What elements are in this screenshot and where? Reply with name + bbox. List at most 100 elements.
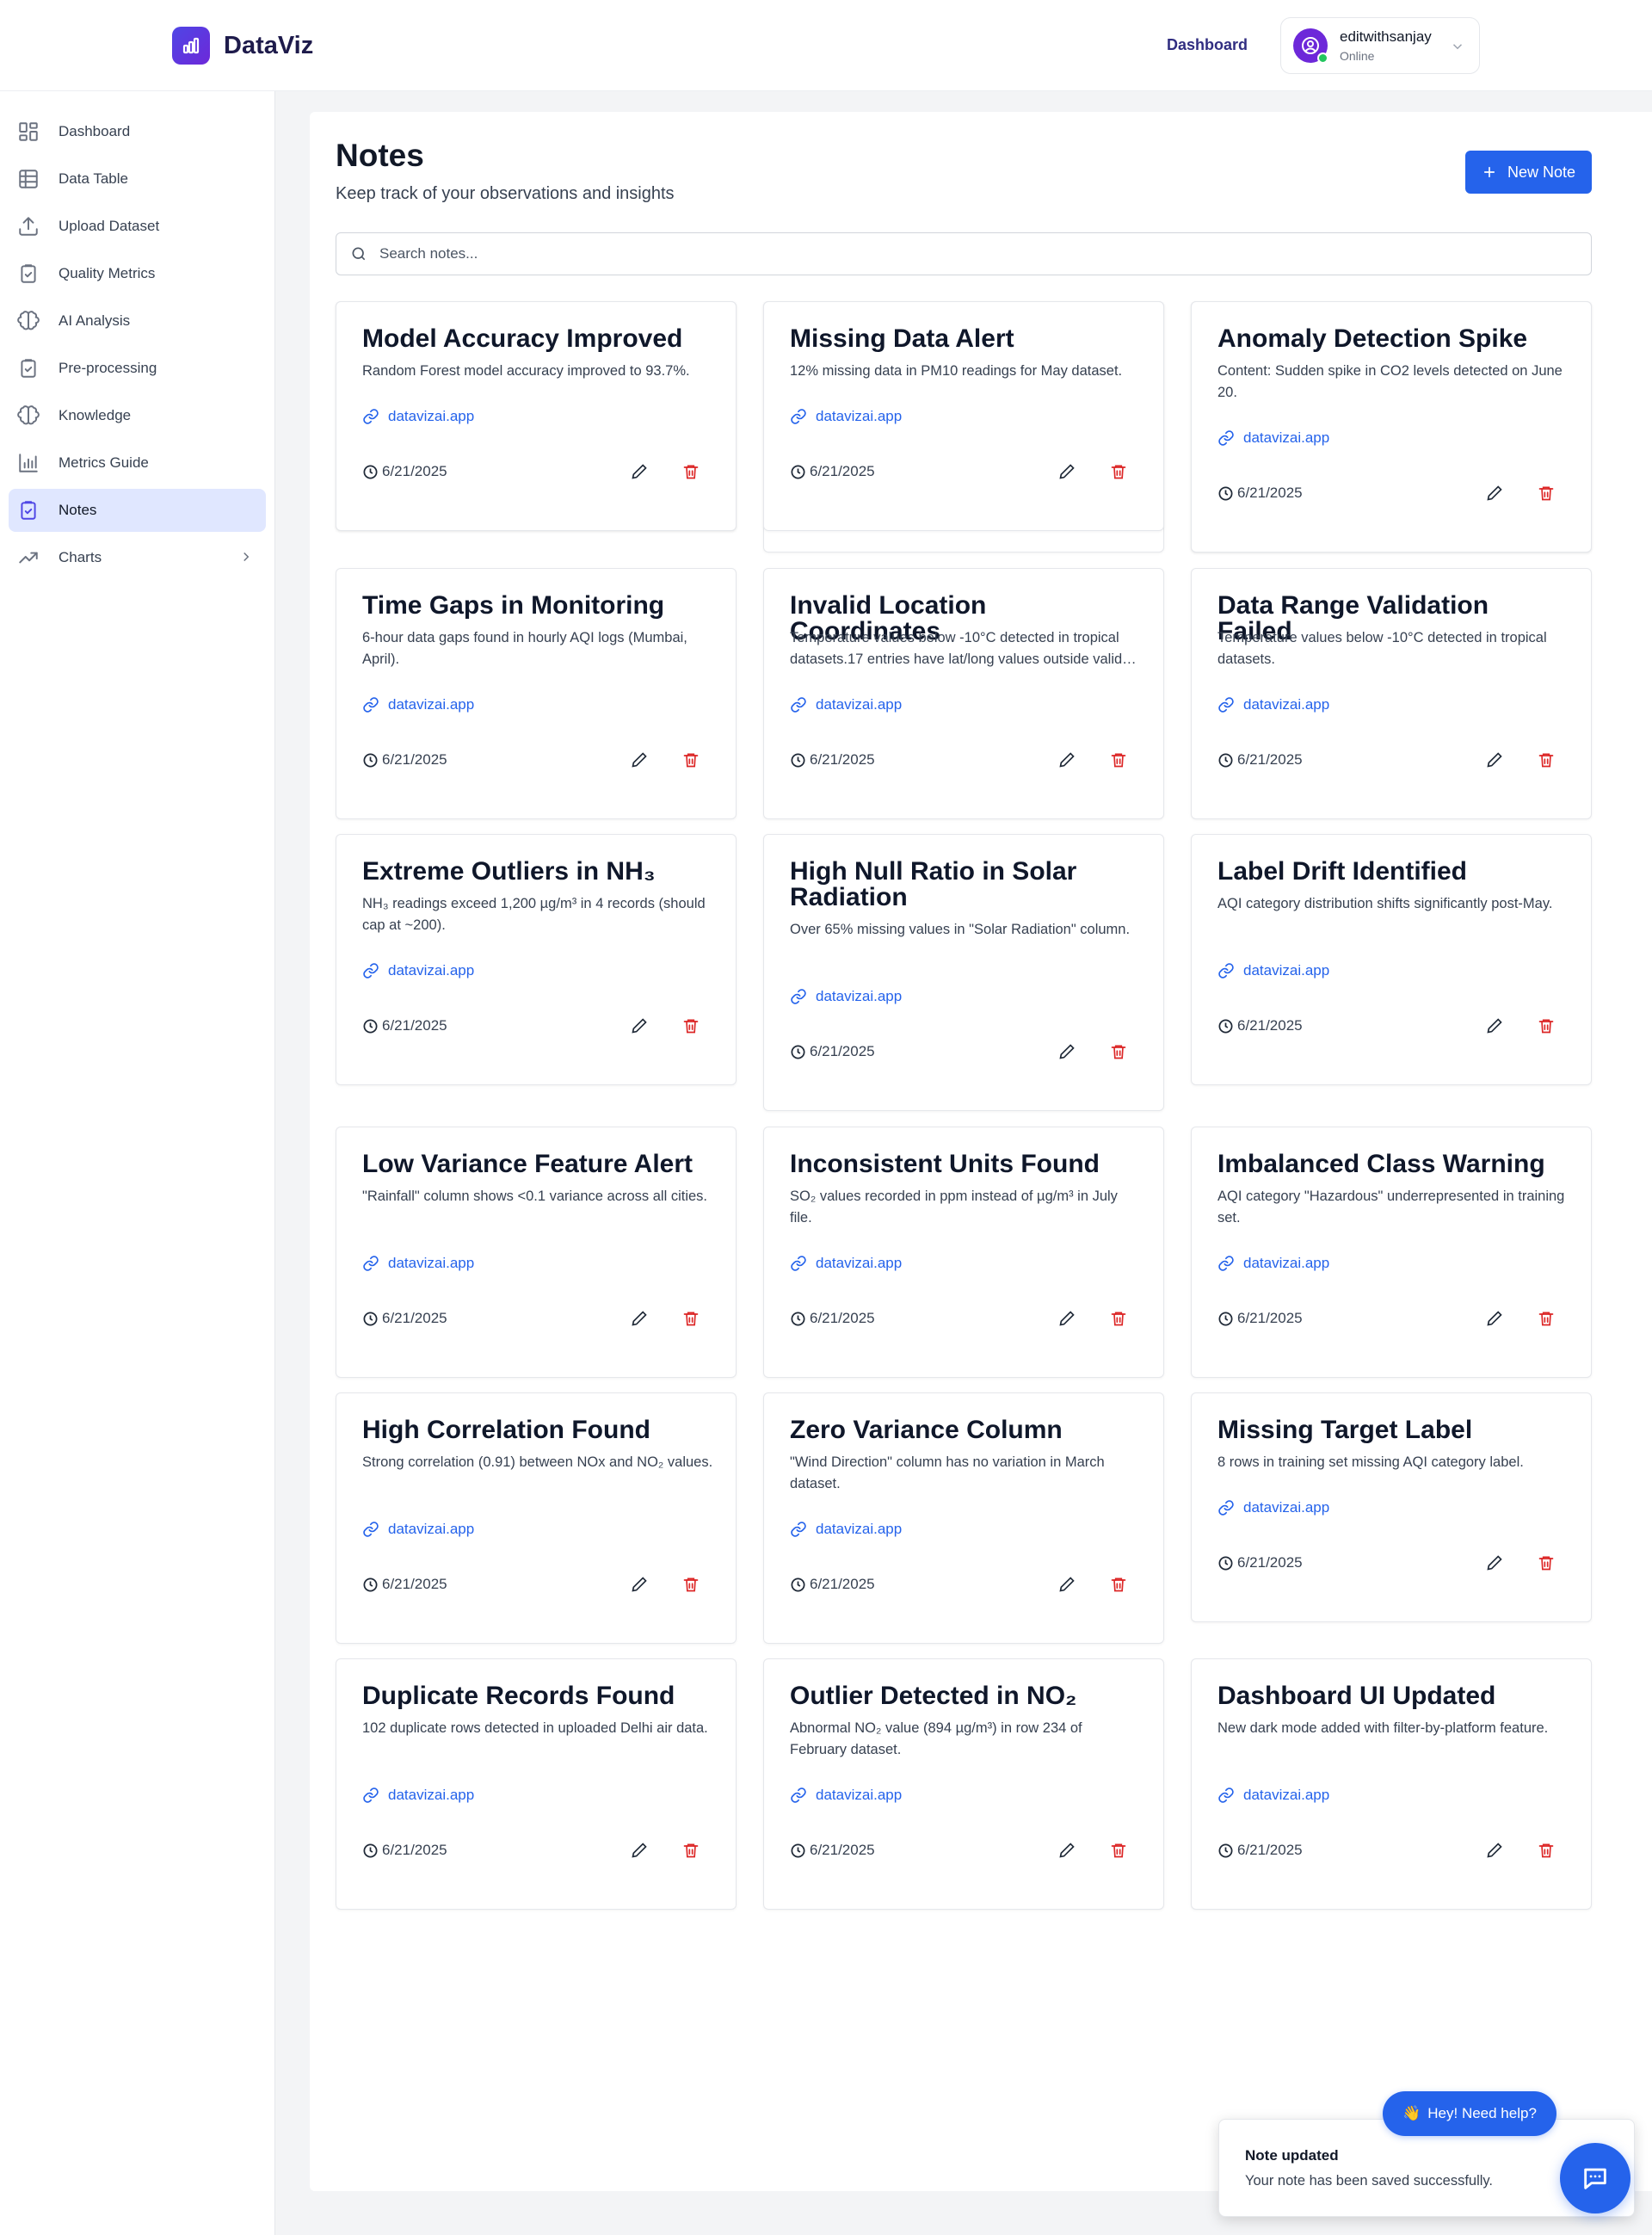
delete-note-button[interactable]: [1107, 1040, 1130, 1063]
note-card[interactable]: Missing Target Label 8 rows in training s…: [1191, 1392, 1592, 1622]
note-link[interactable]: datavizai.app: [362, 408, 474, 425]
note-link[interactable]: datavizai.app: [362, 1787, 474, 1804]
sidebar-item-knowledge[interactable]: Knowledge: [9, 394, 266, 437]
note-link[interactable]: datavizai.app: [790, 408, 902, 425]
delete-note-button[interactable]: [1535, 1552, 1557, 1574]
note-link[interactable]: datavizai.app: [1217, 429, 1329, 447]
edit-note-button[interactable]: [1483, 1839, 1506, 1861]
note-link[interactable]: datavizai.app: [1217, 962, 1329, 979]
edit-note-button[interactable]: [1056, 1040, 1078, 1063]
note-card[interactable]: Data Range Validation Failed Temperature …: [1191, 568, 1592, 819]
app-logo[interactable]: DataViz: [172, 27, 313, 65]
edit-note-button[interactable]: [1056, 1573, 1078, 1596]
edit-note-button[interactable]: [628, 1015, 650, 1037]
clock-icon: [1218, 753, 1233, 767]
edit-note-button[interactable]: [1056, 1307, 1078, 1330]
note-card[interactable]: Zero Variance Column "Wind Direction" col…: [763, 1392, 1164, 1644]
delete-note-button[interactable]: [680, 1573, 702, 1596]
sidebar-item-upload-dataset[interactable]: Upload Dataset: [9, 205, 266, 248]
note-link[interactable]: datavizai.app: [362, 1255, 474, 1272]
sidebar-item-quality-metrics[interactable]: Quality Metrics: [9, 252, 266, 295]
delete-note-button[interactable]: [1535, 1839, 1557, 1861]
edit-note-button[interactable]: [1056, 749, 1078, 771]
note-card[interactable]: Inconsistent Units Found SO₂ values recor…: [763, 1127, 1164, 1378]
toast-title: Note updated: [1245, 2147, 1339, 2164]
note-link[interactable]: datavizai.app: [362, 1521, 474, 1538]
delete-note-button[interactable]: [1107, 749, 1130, 771]
note-card[interactable]: Outlier Detected in NO₂ Abnormal NO₂ valu…: [763, 1658, 1164, 1910]
delete-note-button[interactable]: [680, 460, 702, 483]
delete-note-button[interactable]: [1535, 749, 1557, 771]
note-link[interactable]: datavizai.app: [790, 1787, 902, 1804]
edit-note-button[interactable]: [628, 1307, 650, 1330]
sidebar-item-pre-processing[interactable]: Pre-processing: [9, 347, 266, 390]
sidebar-item-charts[interactable]: Charts: [9, 536, 266, 579]
new-note-button[interactable]: New Note: [1465, 151, 1592, 194]
delete-note-button[interactable]: [1535, 1307, 1557, 1330]
chat-button[interactable]: [1560, 2143, 1630, 2213]
clipboard-check-icon: [21, 264, 36, 283]
note-link[interactable]: datavizai.app: [790, 1255, 902, 1272]
note-date: 6/21/2025: [1217, 751, 1303, 769]
note-card[interactable]: High Correlation Found Strong correlation…: [336, 1392, 737, 1644]
edit-note-button[interactable]: [628, 460, 650, 483]
delete-note-button[interactable]: [1107, 1839, 1130, 1861]
edit-note-button[interactable]: [628, 749, 650, 771]
search-input[interactable]: [379, 245, 1567, 262]
note-card[interactable]: Label Drift Identified AQI category distr…: [1191, 834, 1592, 1085]
search-bar: [336, 232, 1592, 275]
edit-note-button[interactable]: [1483, 1015, 1506, 1037]
delete-note-button[interactable]: [1535, 482, 1557, 504]
delete-note-button[interactable]: [680, 1307, 702, 1330]
clock-icon: [791, 1843, 805, 1857]
note-link[interactable]: datavizai.app: [790, 1521, 902, 1538]
user-menu[interactable]: editwithsanjay Online: [1280, 17, 1480, 74]
note-card[interactable]: Low Variance Feature Alert "Rainfall" col…: [336, 1127, 737, 1378]
note-link[interactable]: datavizai.app: [1217, 1787, 1329, 1804]
pencil-icon: [1059, 1577, 1075, 1592]
edit-note-button[interactable]: [628, 1839, 650, 1861]
delete-note-button[interactable]: [680, 749, 702, 771]
edit-note-button[interactable]: [1483, 749, 1506, 771]
note-link[interactable]: datavizai.app: [790, 696, 902, 713]
note-link[interactable]: datavizai.app: [362, 962, 474, 979]
sidebar-item-ai-analysis[interactable]: AI Analysis: [9, 299, 266, 343]
note-card[interactable]: Duplicate Records Found 102 duplicate row…: [336, 1658, 737, 1910]
note-card[interactable]: Imbalanced Class Warning AQI category "Ha…: [1191, 1127, 1592, 1378]
header-dashboard-link[interactable]: Dashboard: [1167, 36, 1248, 54]
delete-note-button[interactable]: [680, 1015, 702, 1037]
sidebar-item-dashboard[interactable]: Dashboard: [9, 110, 266, 153]
new-note-label: New Note: [1507, 163, 1576, 181]
delete-note-button[interactable]: [1107, 460, 1130, 483]
note-link[interactable]: datavizai.app: [1217, 696, 1329, 713]
note-card[interactable]: High Null Ratio in Solar Radiation Over 6…: [763, 834, 1164, 1111]
note-card[interactable]: Anomaly Detection Spike Content: Sudden s…: [1191, 301, 1592, 553]
delete-note-button[interactable]: [1535, 1015, 1557, 1037]
trash-icon: [683, 1577, 699, 1592]
help-bubble[interactable]: 👋 Hey! Need help?: [1383, 2091, 1556, 2136]
edit-note-button[interactable]: [1483, 1552, 1506, 1574]
note-card[interactable]: Missing Data Alert 12% missing data in PM…: [763, 301, 1164, 531]
sidebar-item-data-table[interactable]: Data Table: [9, 157, 266, 201]
note-card[interactable]: Model Accuracy Improved Random Forest mod…: [336, 301, 737, 531]
note-card[interactable]: Time Gaps in Monitoring 6-hour data gaps …: [336, 568, 737, 819]
edit-note-button[interactable]: [628, 1573, 650, 1596]
delete-note-button[interactable]: [1107, 1573, 1130, 1596]
online-status-dot: [1317, 52, 1328, 64]
note-card[interactable]: Invalid Location Coordinates Temperature …: [763, 568, 1164, 819]
edit-note-button[interactable]: [1056, 1839, 1078, 1861]
note-link[interactable]: datavizai.app: [1217, 1499, 1329, 1516]
note-link[interactable]: datavizai.app: [790, 988, 902, 1005]
note-card[interactable]: Dashboard UI Updated New dark mode added …: [1191, 1658, 1592, 1910]
edit-note-button[interactable]: [1056, 460, 1078, 483]
edit-note-button[interactable]: [1483, 482, 1506, 504]
note-link[interactable]: datavizai.app: [1217, 1255, 1329, 1272]
sidebar-item-metrics-guide[interactable]: Metrics Guide: [9, 441, 266, 485]
edit-note-button[interactable]: [1483, 1307, 1506, 1330]
sidebar-item-notes[interactable]: Notes: [9, 489, 266, 532]
delete-note-button[interactable]: [680, 1839, 702, 1861]
pencil-icon: [1487, 752, 1502, 768]
note-link[interactable]: datavizai.app: [362, 696, 474, 713]
note-card[interactable]: Extreme Outliers in NH₃ NH₃ readings exce…: [336, 834, 737, 1085]
delete-note-button[interactable]: [1107, 1307, 1130, 1330]
